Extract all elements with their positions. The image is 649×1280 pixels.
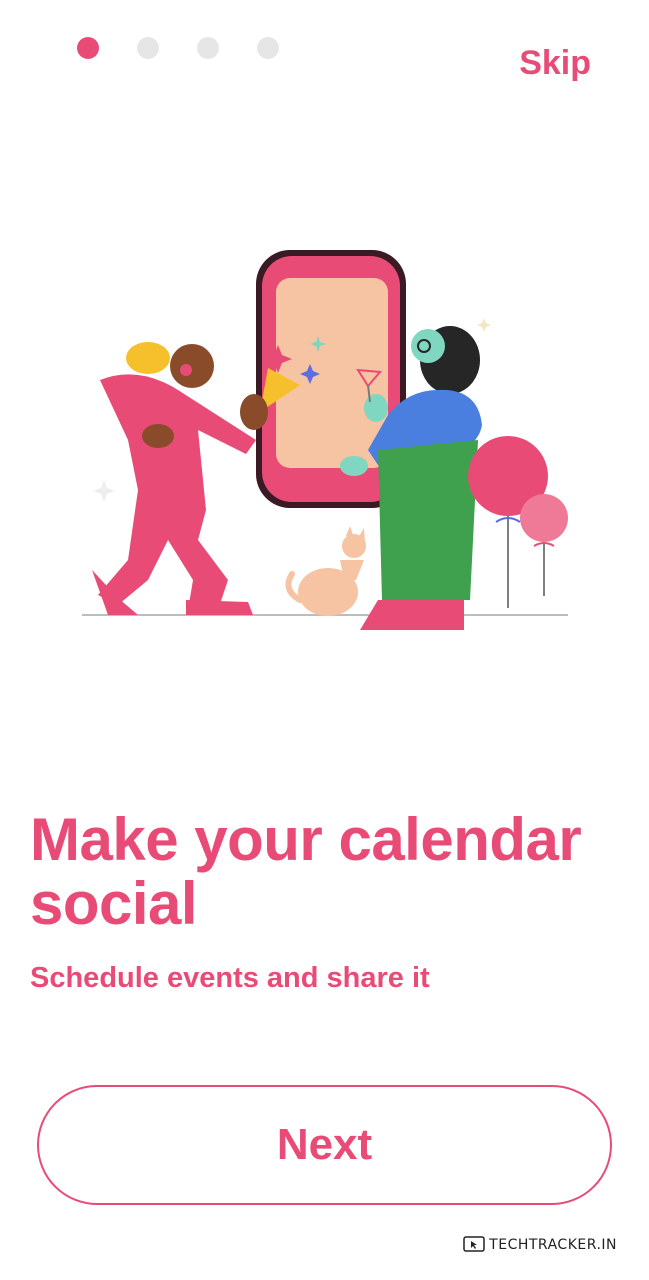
watermark-text: TECHTRACKER.IN [489,1237,617,1253]
page-indicator [77,37,279,59]
page-dot-2[interactable] [137,37,159,59]
watermark: TECHTRACKER.IN [463,1236,617,1254]
skip-button[interactable]: Skip [519,44,591,83]
page-dot-1[interactable] [77,37,99,59]
celebration-illustration [82,250,568,630]
cat-illustration [285,526,366,616]
next-button[interactable]: Next [37,1085,612,1205]
page-dot-3[interactable] [197,37,219,59]
onboarding-subtitle: Schedule events and share it [30,962,430,994]
woman-left-illustration [92,342,268,615]
page-dot-4[interactable] [257,37,279,59]
onboarding-title: Make your calendar social [30,806,582,937]
balloons-illustration [468,436,568,608]
monitor-cursor-icon [463,1236,485,1252]
